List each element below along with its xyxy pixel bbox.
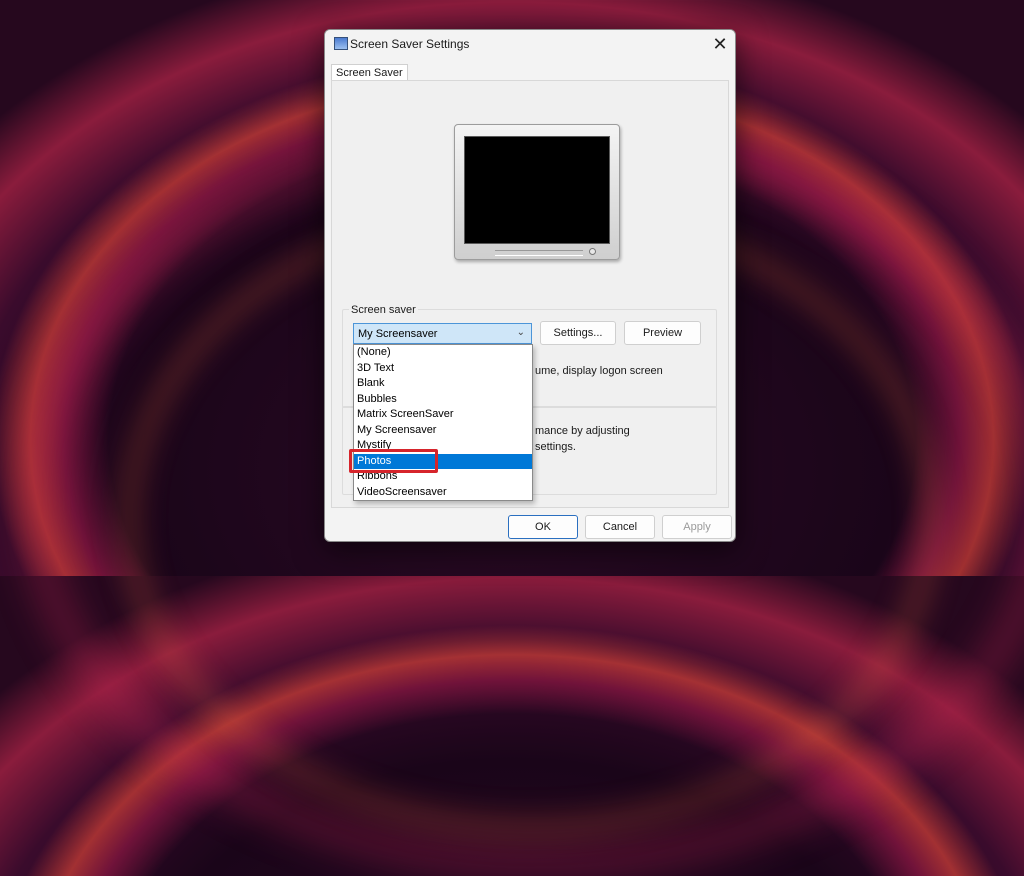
tab-screen-saver[interactable]: Screen Saver: [331, 64, 408, 81]
power-text-line-2: settings.: [535, 441, 576, 453]
screen-saver-select-value: My Screensaver: [358, 328, 438, 340]
dropdown-option[interactable]: Blank: [354, 376, 532, 392]
title-bar: Screen Saver Settings ✕: [325, 30, 735, 58]
dropdown-option[interactable]: (None): [354, 345, 532, 361]
dropdown-option[interactable]: Bubbles: [354, 392, 532, 408]
dropdown-option[interactable]: VideoScreensaver: [354, 485, 532, 501]
dropdown-option[interactable]: 3D Text: [354, 361, 532, 377]
window-title: Screen Saver Settings: [350, 37, 470, 51]
close-button[interactable]: ✕: [707, 32, 733, 56]
monitor-screen: [464, 136, 610, 244]
power-text-line-1: mance by adjusting: [535, 425, 630, 437]
settings-button[interactable]: Settings...: [540, 321, 616, 345]
monitor-preview: [454, 124, 620, 260]
chevron-down-icon: ⌄: [516, 327, 525, 338]
screen-saver-group-label: Screen saver: [349, 304, 418, 316]
monitor-app-icon: [334, 37, 348, 50]
cancel-button[interactable]: Cancel: [585, 515, 655, 539]
apply-button[interactable]: Apply: [662, 515, 732, 539]
screen-saver-dropdown-list[interactable]: (None) 3D Text Blank Bubbles Matrix Scre…: [353, 344, 533, 501]
ok-button[interactable]: OK: [508, 515, 578, 539]
preview-button[interactable]: Preview: [624, 321, 701, 345]
dropdown-option[interactable]: My Screensaver: [354, 423, 532, 439]
monitor-vent: [495, 250, 583, 256]
monitor-power-led: [589, 248, 596, 255]
dropdown-option[interactable]: Matrix ScreenSaver: [354, 407, 532, 423]
logon-screen-text: ume, display logon screen: [535, 365, 663, 377]
callout-highlight-box: [349, 449, 438, 473]
screen-saver-select[interactable]: My Screensaver ⌄: [353, 323, 532, 344]
